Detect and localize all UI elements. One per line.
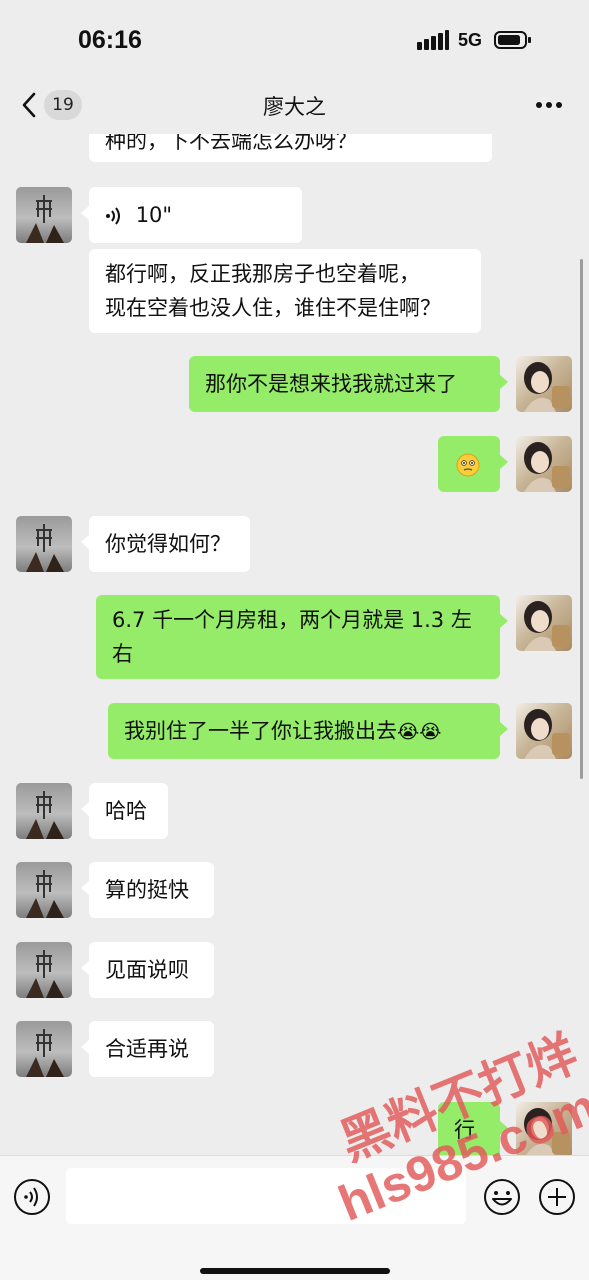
chat-header: 19 廖大之 xyxy=(0,78,589,134)
my-avatar[interactable] xyxy=(516,356,572,412)
message-bubble-incoming[interactable]: 种的，下不去端怎么办呀？ xyxy=(89,134,492,162)
friend-avatar[interactable] xyxy=(16,1021,72,1077)
message-text: 行 xyxy=(454,1118,475,1142)
message-text: 我别住了一半了你让我搬出去 xyxy=(124,719,397,743)
emoji-picker-icon[interactable] xyxy=(483,1178,521,1216)
message-text: 算的挺快 xyxy=(105,878,189,902)
battery-icon xyxy=(494,31,531,49)
message-text: 你觉得如何？ xyxy=(105,532,231,556)
message-bubble-incoming[interactable]: 见面说呗 xyxy=(81,942,214,998)
message-bubble-incoming[interactable]: 你觉得如何？ xyxy=(81,516,250,572)
voice-message-bubble[interactable]: 10" xyxy=(81,187,302,243)
message-bubble-incoming[interactable]: 合适再说 xyxy=(81,1021,214,1077)
voice-input-icon[interactable] xyxy=(13,1178,51,1216)
emoji-message-bubble[interactable] xyxy=(438,436,508,492)
message-bubble-incoming[interactable]: 都行啊，反正我那房子也空着呢， 现在空着也没人住，谁住不是住啊？ xyxy=(89,249,481,333)
message-text: 见面说呗 xyxy=(105,958,189,982)
friend-avatar[interactable] xyxy=(16,862,72,918)
message-bubble-outgoing[interactable]: 那你不是想来找我就过来了 xyxy=(189,356,508,412)
more-functions-plus-icon[interactable] xyxy=(538,1178,576,1216)
voice-wave-icon xyxy=(106,207,120,225)
message-bubble-outgoing[interactable]: 行 xyxy=(438,1102,508,1155)
scrollbar[interactable] xyxy=(580,259,583,779)
friend-avatar[interactable] xyxy=(16,783,72,839)
my-avatar[interactable] xyxy=(516,595,572,651)
message-text: 合适再说 xyxy=(105,1037,189,1061)
my-avatar[interactable] xyxy=(516,436,572,492)
my-avatar[interactable] xyxy=(516,703,572,759)
friend-avatar[interactable] xyxy=(16,187,72,243)
voice-duration: 10" xyxy=(135,203,173,227)
message-bubble-outgoing[interactable]: 6.7 千一个月房租，两个月就是 1.3 左 右 xyxy=(96,595,508,679)
status-time: 06:16 xyxy=(78,26,142,54)
more-options-icon[interactable] xyxy=(536,102,564,110)
message-text: 哈哈 xyxy=(105,799,147,823)
message-text: 那你不是想来找我就过来了 xyxy=(205,372,457,396)
message-text: 种的，下不去端怎么办呀？ xyxy=(105,134,357,153)
friend-avatar[interactable] xyxy=(16,516,72,572)
my-avatar[interactable] xyxy=(516,1102,572,1155)
message-bubble-incoming[interactable]: 哈哈 xyxy=(81,783,168,839)
message-line: 现在空着也没人住，谁住不是住啊？ xyxy=(105,296,441,320)
chat-title: 廖大之 xyxy=(263,95,326,119)
crying-face-icon: 😭😭 xyxy=(397,721,442,743)
woozy-face-icon xyxy=(456,453,480,477)
friend-avatar[interactable] xyxy=(16,942,72,998)
signal-icon xyxy=(417,30,449,50)
network-label: 5G xyxy=(458,30,483,50)
message-line: 右 xyxy=(112,642,133,666)
message-bubble-outgoing[interactable]: 我别住了一半了你让我搬出去😭😭 xyxy=(108,703,508,759)
status-bar: 06:16 5G xyxy=(0,0,589,78)
input-bar xyxy=(0,1155,589,1280)
message-line: 都行啊，反正我那房子也空着呢， xyxy=(105,262,420,286)
message-input[interactable] xyxy=(66,1168,466,1224)
message-line: 6.7 千一个月房租，两个月就是 1.3 左 xyxy=(112,608,472,632)
message-bubble-incoming[interactable]: 算的挺快 xyxy=(81,862,214,918)
home-indicator xyxy=(200,1268,390,1274)
message-list[interactable]: 种的，下不去端怎么办呀？ 10" 都行啊，反正我那房子也空着呢， 现在空着也没人… xyxy=(0,134,589,1155)
